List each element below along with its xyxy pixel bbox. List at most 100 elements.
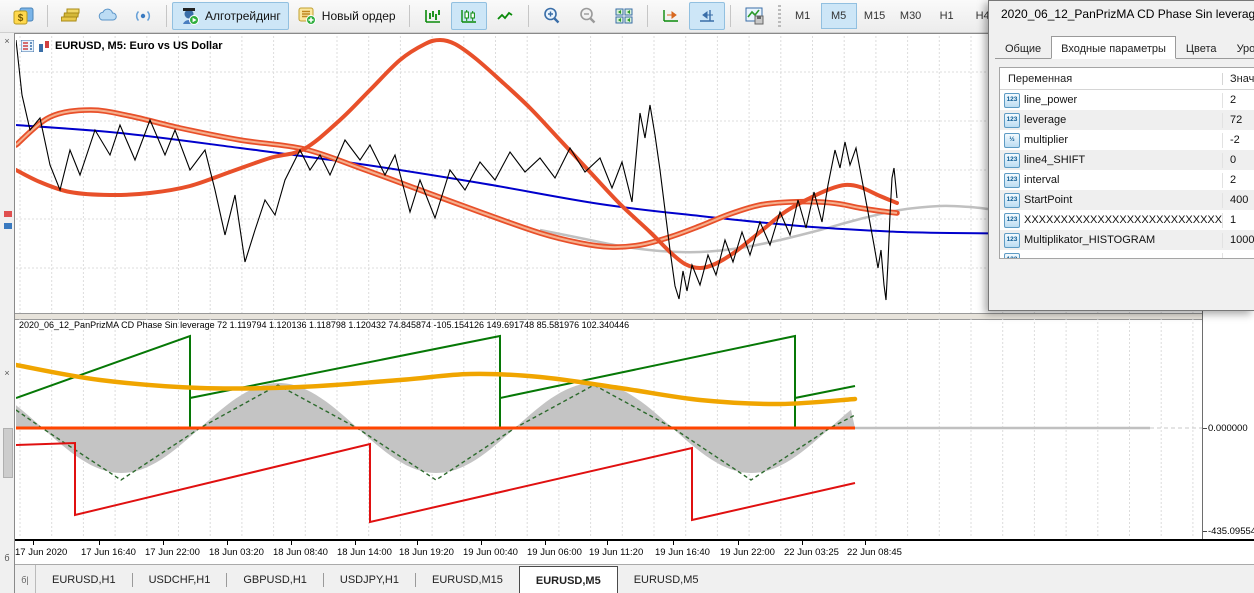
- tile-windows-button[interactable]: [606, 2, 642, 30]
- history-center-button[interactable]: [53, 2, 89, 30]
- dialog-tab-уровни[interactable]: Уровни: [1227, 38, 1254, 59]
- parameter-row-line_power[interactable]: 123line_power2: [1000, 90, 1254, 110]
- time-label: 18 Jun 19:20: [399, 547, 454, 558]
- chart-shift-icon: [697, 7, 717, 25]
- toolbar-separator: [47, 5, 48, 27]
- integer-type-icon: 123: [1004, 113, 1020, 128]
- dialog-tab-strip: ОбщиеВходные параметрыЦветаУровни: [995, 35, 1254, 59]
- integer-type-icon: 123: [1004, 213, 1020, 228]
- integer-type-icon: 123: [1004, 253, 1020, 260]
- parameter-name: multiplier: [1024, 134, 1068, 146]
- candlestick-chart-button[interactable]: [451, 2, 487, 30]
- column-value[interactable]: Значение: [1223, 73, 1254, 85]
- dialog-tab-цвета[interactable]: Цвета: [1176, 38, 1227, 59]
- algo-trading-icon: [180, 6, 200, 26]
- timeframe-button-m15[interactable]: M15: [857, 3, 893, 29]
- parameter-name: line4_SHIFT: [1024, 154, 1085, 166]
- timeframe-button-m5[interactable]: M5: [821, 3, 857, 29]
- timeframe-button-m30[interactable]: M30: [893, 3, 929, 29]
- chart-tab-eurusd-m5[interactable]: EURUSD,M5: [618, 565, 715, 593]
- scrollbar-thumb[interactable]: [3, 428, 13, 478]
- zoom-in-button[interactable]: [534, 2, 570, 30]
- chart-tab-usdjpy-h1[interactable]: USDJPY,H1: [324, 565, 415, 593]
- auto-scroll-button[interactable]: [653, 2, 689, 30]
- close-icon[interactable]: ×: [2, 36, 12, 46]
- new-order-button[interactable]: Новый ордер: [289, 2, 404, 30]
- parameters-table: Переменная Значение 123 line_power 2 123 lev…: [999, 67, 1254, 259]
- dollar-window-icon: $: [12, 6, 34, 26]
- chart-tab-gbpusd-h1[interactable]: GBPUSD,H1: [227, 565, 323, 593]
- parameter-row-line4_SHIFT[interactable]: 123line4_SHIFT0: [1000, 150, 1254, 170]
- chart-template-icon: [744, 6, 766, 26]
- candlestick-chart-icon: [459, 7, 479, 25]
- parameters-rows: 123 line_power 2 123 leverage 72 ½multiplier-2…: [1000, 90, 1254, 259]
- chart-tab-eurusd-m15[interactable]: EURUSD,M15: [416, 565, 519, 593]
- parameter-row-XXXXXXXXXXXXXXXXXXXXXXXXXXXXXX[interactable]: 123XXXXXXXXXXXXXXXXXXXXXXXXXXXXXX1: [1000, 210, 1254, 230]
- toolbar-separator: [166, 5, 167, 27]
- time-tick: [865, 541, 866, 545]
- line-chart-icon: [495, 7, 515, 25]
- indicator-properties-dialog: 2020_06_12_PanPrizMA CD Phase Sin levera…: [988, 0, 1254, 311]
- cloud-icon: [97, 7, 117, 25]
- parameter-row-Multiplikator_HISTOGRAM[interactable]: 123Multiplikator_HISTOGRAM1000: [1000, 230, 1254, 250]
- time-label: 17 Jun 22:00: [145, 547, 200, 558]
- axis-tick: [1203, 531, 1207, 532]
- chart-tab-eurusd-h1[interactable]: EURUSD,H1: [36, 565, 132, 593]
- indicator-pane[interactable]: [16, 318, 1202, 537]
- chart-bars-icon: [38, 40, 51, 52]
- parameter-value: 72: [1223, 114, 1242, 126]
- signals-button[interactable]: [125, 2, 161, 30]
- time-tick: [802, 541, 803, 545]
- zoom-out-button[interactable]: [570, 2, 606, 30]
- parameter-value: 2: [1223, 174, 1236, 186]
- chart-tab-eurusd-m5[interactable]: EURUSD,M5: [519, 566, 618, 593]
- cloud-button[interactable]: [89, 2, 125, 30]
- dialog-title: 2020_06_12_PanPrizMA CD Phase Sin levera…: [1001, 7, 1254, 21]
- integer-type-icon: 123: [1004, 173, 1020, 188]
- parameter-value: 400: [1223, 194, 1248, 206]
- dialog-tab-входные-параметры[interactable]: Входные параметры: [1051, 36, 1176, 59]
- time-tick: [355, 541, 356, 545]
- parameter-row-multiplier[interactable]: ½multiplier-2: [1000, 130, 1254, 150]
- toolbar-grip[interactable]: [778, 5, 781, 27]
- parameter-row-StartPoint[interactable]: 123StartPoint400: [1000, 190, 1254, 210]
- time-tick: [481, 541, 482, 545]
- column-variable[interactable]: Переменная: [1000, 73, 1223, 85]
- auto-scroll-icon: [661, 7, 681, 25]
- parameter-row-leverage[interactable]: 123 leverage 72: [1000, 110, 1254, 130]
- chart-shift-button[interactable]: [689, 2, 725, 30]
- dialog-tab-общие[interactable]: Общие: [995, 38, 1051, 59]
- parameter-name: leverage: [1024, 114, 1066, 126]
- signal-icon: [133, 7, 153, 25]
- time-label: 17 Jun 16:40: [81, 547, 136, 558]
- tabbar-corner: б|: [15, 565, 36, 593]
- time-tick: [99, 541, 100, 545]
- close-icon[interactable]: ×: [2, 368, 12, 378]
- toolbar-separator: [647, 5, 648, 27]
- parameter-row-partial[interactable]: 123: [1000, 250, 1254, 259]
- integer-type-icon: 123: [1004, 93, 1020, 108]
- parameter-row-interval[interactable]: 123 interval 2: [1000, 170, 1254, 190]
- y-label-zero: 0.000000: [1208, 423, 1248, 434]
- timeframe-button-m1[interactable]: M1: [785, 3, 821, 29]
- parameter-name: interval: [1024, 174, 1059, 186]
- time-label: 19 Jun 16:40: [655, 547, 710, 558]
- chart-template-button[interactable]: [736, 2, 774, 30]
- chart-tab-usdchf-h1[interactable]: USDCHF,H1: [133, 565, 227, 593]
- time-tick: [291, 541, 292, 545]
- parameter-name: line_power: [1024, 94, 1077, 106]
- time-tick: [738, 541, 739, 545]
- bar-chart-button[interactable]: [415, 2, 451, 30]
- bar-chart-icon: [423, 7, 443, 25]
- timeframe-button-h1[interactable]: H1: [929, 3, 965, 29]
- parameter-name: XXXXXXXXXXXXXXXXXXXXXXXXXXXXXX: [1024, 214, 1223, 226]
- line-chart-button[interactable]: [487, 2, 523, 30]
- indicator-values-label: 2020_06_12_PanPrizMA CD Phase Sin levera…: [19, 320, 629, 330]
- algo-trading-button[interactable]: Алготрейдинг: [172, 2, 289, 30]
- new-window-button[interactable]: $: [4, 2, 42, 30]
- time-axis[interactable]: 17 Jun 202017 Jun 16:4017 Jun 22:0018 Ju…: [15, 539, 1254, 566]
- time-label: 22 Jun 08:45: [847, 547, 902, 558]
- time-label: 18 Jun 03:20: [209, 547, 264, 558]
- zoom-out-icon: [578, 6, 598, 26]
- time-tick: [417, 541, 418, 545]
